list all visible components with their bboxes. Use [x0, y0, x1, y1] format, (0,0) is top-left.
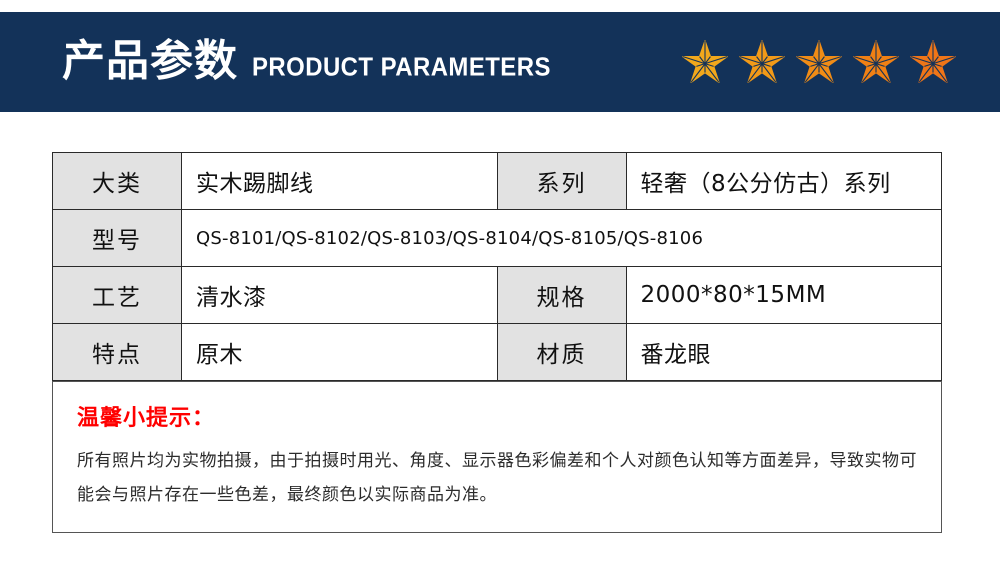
- rating-star-1-icon: [682, 40, 728, 84]
- page-header-banner: 产品参数 PRODUCT PARAMETERS: [0, 12, 1000, 112]
- spec-label-category: 大类: [52, 152, 182, 210]
- rating-star-4-icon: [853, 40, 899, 84]
- spec-value-series: 轻奢（8公分仿古）系列: [625, 152, 942, 210]
- spec-value-size: 2000*80*15MM: [625, 266, 942, 324]
- product-spec-table: 大类 实木踢脚线 系列 轻奢（8公分仿古）系列 型号 QS-8101/QS-81…: [52, 152, 942, 381]
- table-row: 特点 原木 材质 番龙眼: [52, 323, 942, 381]
- rating-star-2-icon: [739, 40, 785, 84]
- header-title-group: 产品参数 PRODUCT PARAMETERS: [62, 36, 577, 87]
- notice-box: 温馨小提示： 所有照片均为实物拍摄，由于拍摄时用光、角度、显示器色彩偏差和个人对…: [52, 381, 942, 533]
- page-title-en: PRODUCT PARAMETERS: [252, 51, 551, 82]
- rating-star-5-icon: [910, 40, 956, 84]
- spec-label-model: 型号: [52, 209, 182, 267]
- notice-title: 温馨小提示：: [77, 406, 216, 431]
- spec-label-size: 规格: [496, 266, 627, 324]
- notice-body-text: 所有照片均为实物拍摄，由于拍摄时用光、角度、显示器色彩偏差和个人对颜色认知等方面…: [77, 451, 917, 505]
- spec-value-model: QS-8101/QS-8102/QS-8103/QS-8104/QS-8105/…: [181, 209, 942, 267]
- spec-label-craft: 工艺: [52, 266, 182, 324]
- spec-label-material: 材质: [496, 323, 627, 381]
- page-title-cn: 产品参数: [62, 36, 238, 87]
- rating-stars-group: [682, 40, 956, 84]
- spec-value-feature: 原木: [181, 323, 498, 381]
- spec-value-material: 番龙眼: [625, 323, 942, 381]
- table-row: 工艺 清水漆 规格 2000*80*15MM: [52, 266, 942, 324]
- spec-label-feature: 特点: [52, 323, 182, 381]
- table-row: 型号 QS-8101/QS-8102/QS-8103/QS-8104/QS-81…: [52, 209, 942, 267]
- spec-value-craft: 清水漆: [181, 266, 498, 324]
- spec-value-category: 实木踢脚线: [181, 152, 498, 210]
- rating-star-3-icon: [796, 40, 842, 84]
- spec-label-series: 系列: [496, 152, 627, 210]
- table-row: 大类 实木踢脚线 系列 轻奢（8公分仿古）系列: [52, 152, 942, 210]
